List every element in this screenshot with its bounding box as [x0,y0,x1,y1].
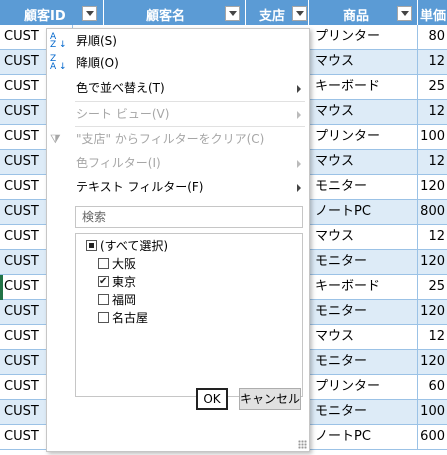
checkbox-icon[interactable] [98,312,109,323]
cell-product[interactable]: モニター [309,175,418,200]
cell-price[interactable]: 12 [418,150,447,175]
menu-label: テキスト フィルター(F) [76,180,204,194]
cell-price[interactable]: 80 [418,25,447,50]
cell-product[interactable]: プリンター [309,125,418,150]
cell-price[interactable]: 100 [418,400,447,425]
cell-product[interactable]: マウス [309,325,418,350]
spreadsheet: 顧客ID 顧客名 支店 商品 単価 CUST プリンター 80 CUST マウス 12 CU… [0,0,447,455]
filter-option-select-all[interactable]: (すべて選択) [86,237,168,255]
cell-product[interactable]: マウス [309,225,418,250]
cell-price[interactable]: 600 [418,425,447,450]
cell-product[interactable]: マウス [309,100,418,125]
checkbox-icon[interactable] [86,240,97,251]
cell-product[interactable]: モニター [309,350,418,375]
cell-product[interactable]: モニター [309,300,418,325]
filter-dropdown-button[interactable] [225,6,240,21]
menu-color-filter: 色フィルター(I) [47,151,309,176]
cell-product[interactable]: キーボード [309,275,418,300]
option-label: 名古屋 [112,311,149,325]
option-label: 東京 [112,275,137,289]
cell-price[interactable]: 12 [418,50,447,75]
autofilter-menu: AZ ↓ 昇順(S) ZA ↓ 降順(O) 色で並べ替え(T) シート ビュー(… [46,28,310,452]
cell-price[interactable]: 100 [418,125,447,150]
checkbox-icon[interactable] [98,273,109,291]
option-label: 大阪 [112,257,137,271]
cell-price[interactable]: 12 [418,325,447,350]
cell-price[interactable]: 120 [418,175,447,200]
cell-product[interactable]: プリンター [309,25,418,50]
cell-product[interactable]: マウス [309,50,418,75]
option-label: 福岡 [112,293,137,307]
filter-option[interactable]: 福岡 [98,291,136,309]
submenu-arrow-icon [297,160,301,168]
menu-sort-descending[interactable]: ZA ↓ 降順(O) [47,51,309,76]
ok-button[interactable]: OK [196,388,228,410]
cell-price[interactable]: 800 [418,200,447,225]
option-label: (すべて選択) [100,239,169,253]
filter-value-list: (すべて選択) 大阪 東京 福岡 名古屋 [75,233,303,397]
column-header-customer-id: 顧客ID [0,0,104,25]
cell-price[interactable]: 12 [418,100,447,125]
menu-label: 色で並べ替え(T) [76,81,165,95]
menu-text-filter[interactable]: テキスト フィルター(F) [47,175,309,200]
filter-option[interactable]: 大阪 [98,255,136,273]
submenu-arrow-icon [297,85,301,93]
menu-label: "支店" からフィルターをクリア(C) [76,132,265,146]
filter-option[interactable]: 名古屋 [98,309,148,327]
cell-product[interactable]: モニター [309,250,418,275]
resize-grip-icon[interactable] [298,440,307,449]
menu-label: シート ビュー(V) [76,107,170,121]
menu-sort-by-color[interactable]: 色で並べ替え(T) [47,76,309,101]
cell-price[interactable]: 120 [418,350,447,375]
submenu-arrow-icon [297,184,301,192]
submenu-arrow-icon [297,111,301,119]
column-header-label: 顧客名 [146,9,186,24]
column-header-price: 単価 [418,0,447,25]
column-header-label: 顧客ID [24,9,66,24]
filter-dropdown-button[interactable] [292,6,307,21]
cell-product[interactable]: ノートPC [309,200,418,225]
column-header-product: 商品 [309,0,418,25]
cell-product[interactable]: マウス [309,150,418,175]
column-header-label: 支店 [259,9,286,24]
sort-descending-icon: ZA ↓ [50,54,67,72]
cell-price[interactable]: 120 [418,300,447,325]
checkbox-icon[interactable] [98,294,109,305]
filter-dropdown-button[interactable] [397,6,412,21]
cell-price[interactable]: 25 [418,75,447,100]
cancel-button[interactable]: キャンセル [239,388,301,410]
cell-price[interactable]: 60 [418,375,447,400]
sort-ascending-icon: AZ ↓ [50,32,67,50]
filter-option[interactable]: 東京 [98,273,136,291]
cell-product[interactable]: プリンター [309,375,418,400]
cell-product[interactable]: キーボード [309,75,418,100]
menu-sheet-view: シート ビュー(V) [47,102,309,127]
cell-product[interactable]: ノートPC [309,425,418,450]
clear-filter-icon: ⧩ [50,132,61,146]
column-header-customer-name: 顧客名 [104,0,246,25]
cell-price[interactable]: 25 [418,275,447,300]
column-header-label: 商品 [343,9,370,24]
menu-label: 色フィルター(I) [76,156,161,170]
menu-label: 降順(O) [76,56,119,70]
cell-price[interactable]: 120 [418,250,447,275]
filter-dropdown-button[interactable] [82,6,97,21]
checkbox-icon[interactable] [98,258,109,269]
filter-search-input[interactable]: 検索 [75,206,303,228]
cell-price[interactable]: 12 [418,225,447,250]
cell-product[interactable]: モニター [309,400,418,425]
column-header-label: 単価 [420,9,447,24]
active-cell-indicator [0,275,3,300]
menu-clear-filter: ⧩ "支店" からフィルターをクリア(C) [47,127,309,152]
column-header-branch: 支店 [246,0,309,25]
